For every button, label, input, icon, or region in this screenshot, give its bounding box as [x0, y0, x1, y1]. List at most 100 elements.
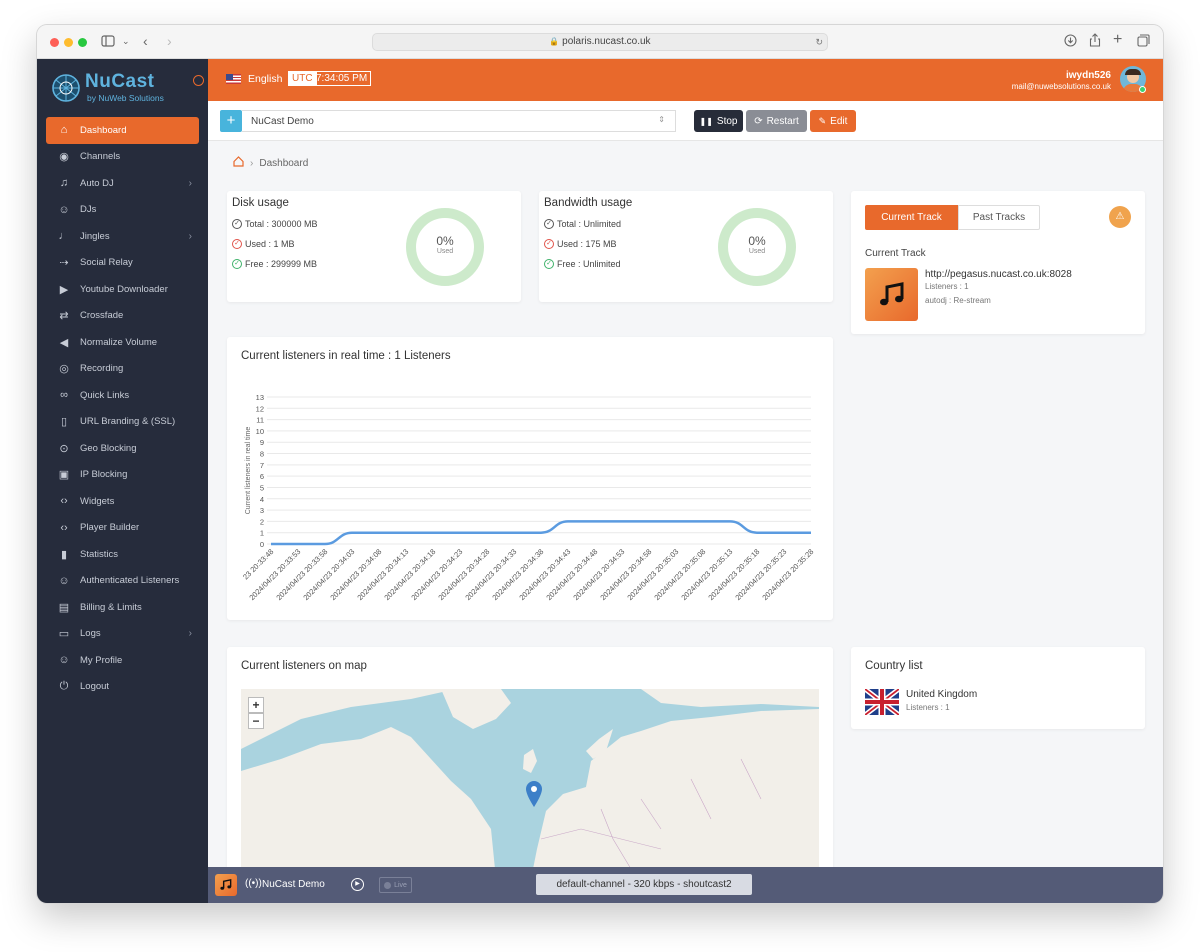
country-name: United Kingdom — [906, 689, 978, 700]
bandwidth-percent: 0% — [748, 234, 766, 248]
stop-button[interactable]: ❚❚ Stop — [694, 110, 743, 132]
sidebar-item-crossfade[interactable]: ⇄ Crossfade — [37, 303, 208, 330]
bandwidth-usage-card: Bandwidth usage ✓ Total : Unlimited ✓ Used… — [539, 191, 833, 302]
minimize-window-button[interactable] — [64, 38, 73, 47]
sidebar-item-recording[interactable]: ◎ Recording — [37, 356, 208, 383]
uk-flag-icon — [865, 689, 899, 715]
new-tab-icon[interactable]: + — [1113, 32, 1122, 48]
sidebar-item-social-relay[interactable]: ⇢ Social Relay — [37, 250, 208, 277]
zoom-window-button[interactable] — [78, 38, 87, 47]
username[interactable]: iwydn526 — [1066, 70, 1111, 81]
y-tick-label: 2 — [260, 517, 264, 526]
logo[interactable]: NuCast by NuWeb Solutions — [51, 71, 201, 105]
zoom-in-button[interactable]: + — [248, 697, 264, 713]
sidebar-item-youtube-downloader[interactable]: ▶ Youtube Downloader — [37, 276, 208, 303]
url-text: polaris.nucast.co.uk — [562, 36, 651, 47]
country-listeners: Listeners : 1 — [906, 703, 950, 712]
sidebar-item-quick-links[interactable]: ∞ Quick Links — [37, 382, 208, 409]
sidebar-item-auto-dj[interactable]: ♫ Auto DJ › — [37, 170, 208, 197]
sidebar-item-label: Logs — [80, 628, 101, 640]
sidebar-item-logs[interactable]: ▭ Logs › — [37, 621, 208, 648]
listeners-chart-card: Current listeners in real time : 1 Liste… — [227, 337, 833, 620]
top-bar: English UTC 7:34:05 PM iwydn526 mail@nuw… — [208, 59, 1163, 101]
edit-button[interactable]: ✎ Edit — [810, 110, 856, 132]
broadcast-icon: ◉ — [59, 151, 69, 164]
disk-used: ✓ Used : 1 MB — [232, 239, 295, 249]
online-status-dot — [1139, 86, 1146, 93]
sidebar-item-my-profile[interactable]: ☺ My Profile — [37, 647, 208, 674]
user-email: mail@nuwebsolutions.co.uk — [1011, 82, 1111, 91]
sidebar-item-label: Authenticated Listeners — [80, 575, 180, 587]
clock: 7:34:05 PM — [312, 71, 372, 86]
sidebar-item-url-branding-ssl[interactable]: ▯ URL Branding & (SSL) — [37, 409, 208, 436]
listeners-map-card: Current listeners on map + − — [227, 647, 833, 877]
share-icon[interactable] — [1089, 33, 1101, 50]
reload-icon[interactable]: ↻ — [815, 34, 823, 50]
warning-icon[interactable]: ⚠ — [1109, 206, 1131, 228]
sidebar-item-widgets[interactable]: ‹› Widgets — [37, 488, 208, 515]
bandwidth-usage-donut: 0% Used — [718, 208, 796, 286]
channel-select[interactable]: NuCast Demo ⇕ — [242, 110, 676, 132]
y-tick-label: 7 — [260, 461, 264, 470]
world-map[interactable]: + − — [241, 689, 819, 877]
link-icon: ∞ — [60, 389, 68, 402]
sidebar-item-normalize-volume[interactable]: ◀ Normalize Volume — [37, 329, 208, 356]
us-flag-icon[interactable] — [226, 74, 241, 84]
sidebar-item-logout[interactable]: ⏻ Logout — [37, 674, 208, 701]
address-bar[interactable]: 🔒 polaris.nucast.co.uk ↻ — [372, 33, 828, 51]
y-tick-label: 6 — [260, 472, 264, 481]
close-window-button[interactable] — [50, 38, 59, 47]
forward-icon[interactable]: › — [167, 33, 172, 49]
country-list-card: Country list United Kingdom Listeners : … — [851, 647, 1145, 729]
sidebar-item-dashboard[interactable]: ⌂ Dashboard — [46, 117, 199, 144]
sidebar-item-label: Crossfade — [80, 310, 124, 322]
disk-free-text: Free : 299999 MB — [245, 259, 318, 269]
restart-button[interactable]: ⟳ Restart — [746, 110, 807, 132]
back-icon[interactable]: ‹ — [143, 33, 148, 49]
sidebar-item-label: Logout — [80, 681, 110, 693]
add-channel-button[interactable]: + — [220, 110, 242, 132]
sidebar-item-geo-blocking[interactable]: ⊙ Geo Blocking — [37, 435, 208, 462]
browser-window: ⌄ ‹ › 🔒 polaris.nucast.co.uk ↻ + NuCast … — [37, 25, 1163, 903]
disk-used-text: Used : 1 MB — [245, 239, 295, 249]
sidebar-item-label: Geo Blocking — [80, 442, 137, 454]
play-button[interactable]: ▶ — [351, 878, 364, 891]
home-icon[interactable] — [233, 156, 244, 170]
sidebar-item-channels[interactable]: ◉ Channels — [37, 144, 208, 171]
sidebar-item-label: DJs — [80, 204, 97, 216]
sidebar-toggle-icon[interactable] — [101, 34, 115, 50]
live-dot-icon — [384, 881, 392, 889]
y-tick-label: 9 — [260, 438, 264, 447]
chevron-down-icon[interactable]: ⌄ — [122, 33, 130, 49]
sidebar-item-billing-limits[interactable]: ▤ Billing & Limits — [37, 594, 208, 621]
check-circle-icon: ✓ — [232, 259, 242, 269]
check-circle-icon: ✓ — [544, 259, 554, 269]
sidebar-item-label: Billing & Limits — [80, 601, 142, 613]
play-box-icon: ▶ — [59, 283, 69, 296]
settings-dial-icon[interactable] — [193, 75, 204, 86]
sidebar-item-djs[interactable]: ☺ DJs — [37, 197, 208, 224]
tab-current-track[interactable]: Current Track — [865, 205, 958, 230]
bar-chart-icon: ▮ — [60, 548, 68, 561]
tabs-overview-icon[interactable] — [1137, 34, 1150, 50]
zoom-out-button[interactable]: − — [248, 713, 264, 729]
sidebar-item-statistics[interactable]: ▮ Statistics — [37, 541, 208, 568]
sidebar-item-jingles[interactable]: ♩ Jingles › — [37, 223, 208, 250]
breadcrumb-current: Dashboard — [259, 157, 309, 169]
map-marker-icon[interactable] — [526, 781, 542, 807]
current-track-heading: Current Track — [865, 248, 926, 259]
sidebar-item-player-builder[interactable]: ‹› Player Builder — [37, 515, 208, 542]
select-arrows-icon: ⇕ — [658, 115, 665, 124]
sidebar-item-label: Player Builder — [80, 522, 140, 534]
bandwidth-used: ✓ Used : 175 MB — [544, 239, 617, 249]
language-label[interactable]: English — [248, 73, 282, 85]
sidebar-item-authenticated-listeners[interactable]: ☺ Authenticated Listeners — [37, 568, 208, 595]
sidebar-item-ip-blocking[interactable]: ▣ IP Blocking — [37, 462, 208, 489]
breadcrumb: › Dashboard — [233, 156, 308, 170]
chevron-right-icon: › — [188, 628, 192, 640]
download-icon[interactable] — [1064, 34, 1077, 50]
tab-past-tracks[interactable]: Past Tracks — [958, 205, 1040, 230]
sidebar-item-label: Normalize Volume — [80, 336, 158, 348]
share-icon: ⇢ — [59, 257, 69, 270]
track-url[interactable]: http://pegasus.nucast.co.uk:8028 — [925, 269, 1072, 280]
